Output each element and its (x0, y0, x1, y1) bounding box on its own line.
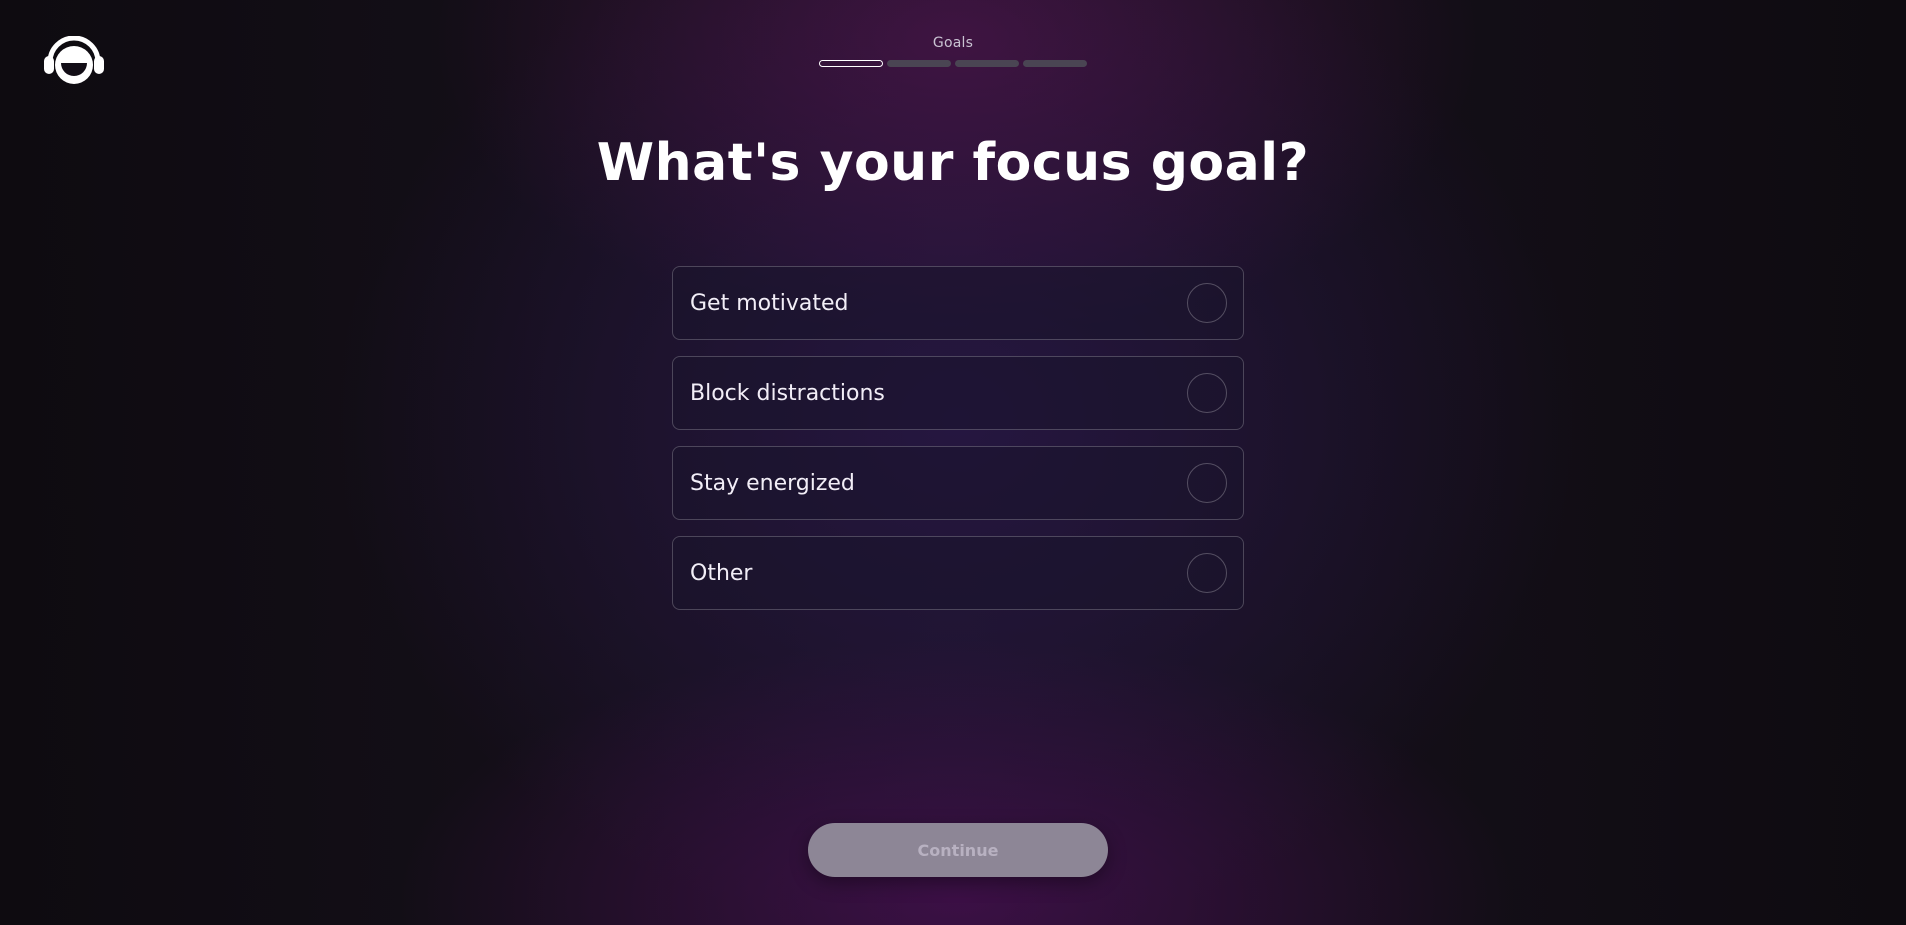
progress-step-2 (887, 60, 951, 67)
progress-step-4 (1023, 60, 1087, 67)
option-get-motivated[interactable]: Get motivated (672, 266, 1244, 340)
progress-header: Goals (0, 34, 1906, 67)
progress-steps (0, 60, 1906, 67)
option-label: Other (690, 560, 753, 586)
progress-step-3 (955, 60, 1019, 67)
radio-circle-icon[interactable] (1187, 553, 1227, 593)
option-other[interactable]: Other (672, 536, 1244, 610)
continue-button[interactable]: Continue (808, 823, 1108, 877)
radio-circle-icon[interactable] (1187, 373, 1227, 413)
goal-options: Get motivated Block distractions Stay en… (672, 266, 1244, 626)
radio-circle-icon[interactable] (1187, 463, 1227, 503)
progress-label: Goals (932, 35, 974, 51)
option-label: Stay energized (690, 470, 855, 496)
radio-circle-icon[interactable] (1187, 283, 1227, 323)
option-block-distractions[interactable]: Block distractions (672, 356, 1244, 430)
option-stay-energized[interactable]: Stay energized (672, 446, 1244, 520)
option-label: Get motivated (690, 290, 849, 316)
option-label: Block distractions (690, 380, 885, 406)
progress-step-1 (819, 60, 883, 67)
page-title: What's your focus goal? (596, 133, 1310, 193)
